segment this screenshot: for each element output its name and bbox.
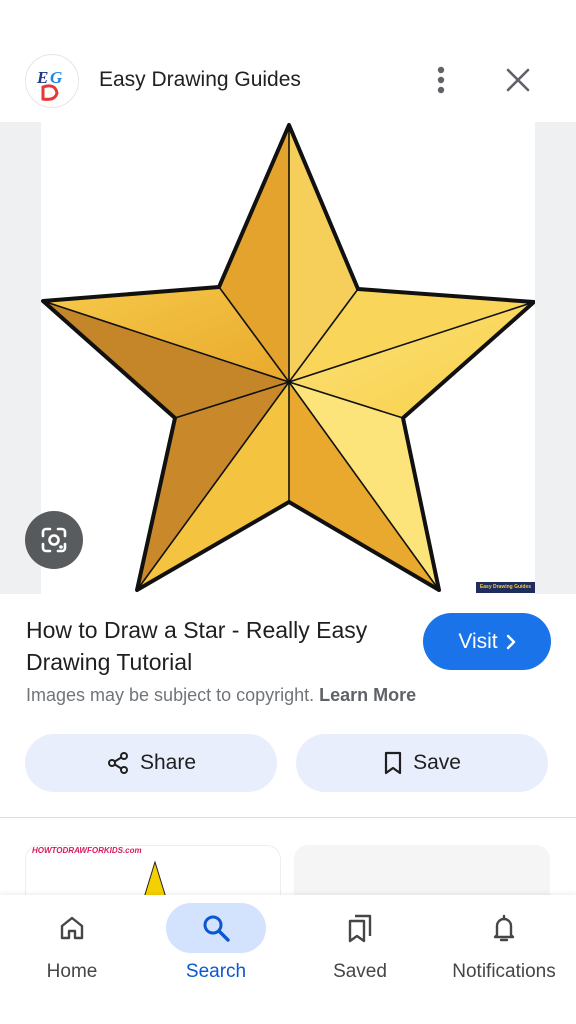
more-vert-icon: [437, 66, 445, 94]
svg-text:G: G: [50, 68, 63, 87]
site-logo[interactable]: E G: [25, 54, 79, 108]
nav-home[interactable]: Home: [0, 895, 144, 1024]
copyright-notice: Images may be subject to copyright. Lear…: [26, 685, 416, 706]
nav-notifications-label: Notifications: [452, 961, 556, 982]
easy-drawing-guides-logo-icon: E G: [36, 68, 63, 101]
visit-button[interactable]: Visit: [423, 613, 551, 670]
site-name[interactable]: Easy Drawing Guides: [99, 68, 301, 92]
nav-search-icon-wrap: [166, 903, 266, 953]
nav-saved[interactable]: Saved: [288, 895, 432, 1024]
nav-search[interactable]: Search: [144, 895, 288, 1024]
nav-home-icon-wrap: [22, 903, 122, 953]
close-icon: [506, 68, 530, 92]
nav-saved-icon-wrap: [310, 903, 410, 953]
result-image[interactable]: [41, 122, 535, 594]
nav-notifications-icon-wrap: [454, 903, 554, 953]
nav-home-label: Home: [46, 961, 98, 982]
share-icon: [107, 752, 128, 774]
learn-more-link[interactable]: Learn More: [319, 685, 416, 705]
google-lens-icon: [41, 527, 67, 553]
bookmark-icon: [384, 751, 402, 775]
share-label: Share: [139, 751, 197, 774]
share-button[interactable]: Share: [25, 734, 277, 792]
copyright-text: Images may be subject to copyright.: [26, 685, 315, 705]
result-header: E G Easy Drawing Guides: [0, 46, 576, 116]
more-options-button[interactable]: [421, 58, 461, 102]
visit-label: Visit: [458, 629, 498, 653]
nav-notifications[interactable]: Notifications: [432, 895, 576, 1024]
google-lens-button[interactable]: [25, 511, 83, 569]
svg-text:E: E: [36, 68, 48, 87]
result-image-area[interactable]: [0, 122, 576, 594]
bottom-navigation: Home Search Saved Notifications: [0, 895, 576, 1024]
chevron-right-icon: [506, 634, 515, 649]
star-image: [41, 123, 535, 592]
bookmarks-icon: [348, 914, 372, 943]
result-title[interactable]: How to Draw a Star - Really Easy Drawing…: [26, 614, 406, 678]
home-icon: [60, 916, 84, 940]
nav-search-label: Search: [185, 961, 247, 982]
search-icon: [203, 915, 230, 942]
bell-icon: [493, 914, 515, 942]
close-button[interactable]: [496, 58, 540, 102]
save-button[interactable]: Save: [296, 734, 548, 792]
image-watermark: Easy Drawing Guides: [476, 582, 535, 593]
related-card-site: HOWTODRAWFORKIDS.com: [32, 846, 142, 855]
save-label: Save: [413, 751, 461, 774]
nav-saved-label: Saved: [333, 961, 387, 982]
section-divider: [0, 817, 576, 818]
